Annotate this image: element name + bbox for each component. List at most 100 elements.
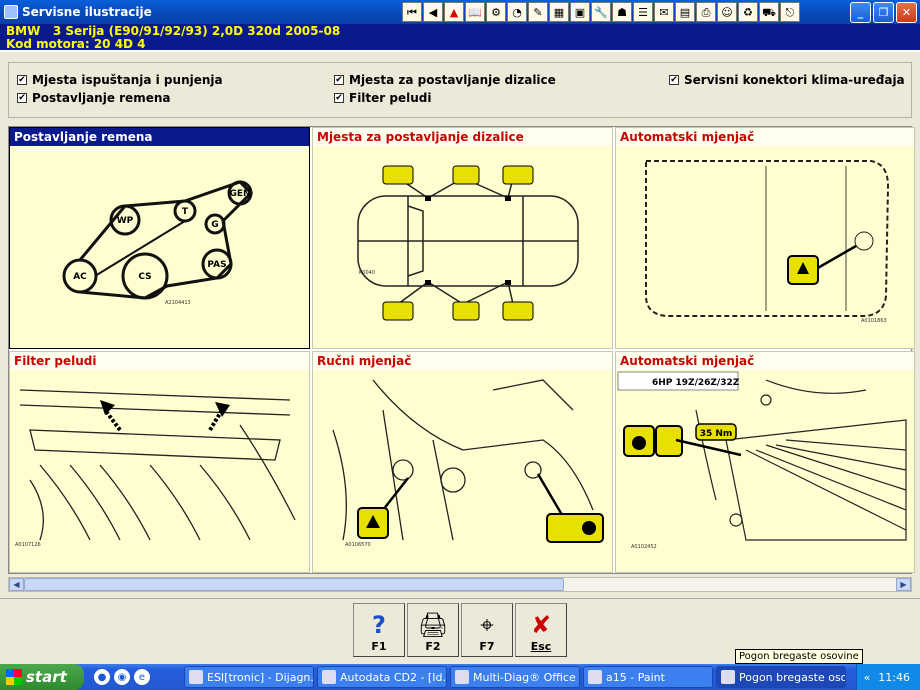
magnifier-icon: ⌖	[480, 611, 494, 639]
illustration-belt-routing[interactable]: Postavljanje remena WP T GEN G AC CS PAS…	[9, 127, 310, 349]
transmission-pan-diagram: A0101863	[645, 160, 890, 324]
illustration-pollen-filter[interactable]: Filter peludi A0107126	[9, 351, 310, 573]
app-icon	[189, 670, 203, 684]
prev-icon[interactable]: ◀	[423, 2, 443, 22]
warning-icon[interactable]: ▲	[444, 2, 464, 22]
clock-icon[interactable]: ◔	[507, 2, 527, 22]
esc-exit-button[interactable]: ✘ Esc	[515, 603, 567, 657]
transmission-spec: 6HP 19Z/26Z/32Z	[652, 378, 740, 388]
toolbar: ⏮ ◀ ▲ 📖 ⚙ ◔ ✎ ▦ ▣ 🔧 ☗ ☰ ✉ ▤ ⎙ ☺ ♻ ⛟ ⎋	[402, 2, 800, 22]
manual-transmission-diagram: A0106570	[332, 379, 604, 548]
illustration-auto-transmission[interactable]: Automatski mjenjač A0101863	[615, 127, 915, 349]
pulley-label: WP	[117, 216, 134, 226]
checkbox[interactable]: ✔	[17, 75, 27, 85]
taskbar: start ● ◉ e ESI[tronic] - Dijagn... Auto…	[0, 664, 920, 690]
save-icon[interactable]: ▣	[570, 2, 590, 22]
help-icon: ?	[372, 611, 386, 639]
checkbox[interactable]: ✔	[669, 75, 679, 85]
close-button[interactable]: ✕	[896, 1, 917, 23]
torque-value: 35 Nm	[700, 429, 733, 439]
maximize-button[interactable]: ❐	[873, 1, 894, 23]
tooltip: Pogon bregaste osovine	[735, 649, 863, 664]
note-icon[interactable]: ✉	[654, 2, 674, 22]
title-bar: Servisne ilustracije ⏮ ◀ ▲ 📖 ⚙ ◔ ✎ ▦ ▣ 🔧…	[0, 0, 920, 24]
f7-zoom-button[interactable]: ⌖ F7	[461, 603, 513, 657]
pulley-label: GEN	[229, 189, 250, 199]
cell-title: Automatski mjenjač	[616, 128, 914, 146]
option-belt-routing[interactable]: ✔ Postavljanje remena	[17, 91, 170, 105]
pulley-label: CS	[138, 272, 151, 282]
tools-icon[interactable]: ✎	[528, 2, 548, 22]
figure-code: A0101863	[861, 318, 887, 324]
pulley-label: G	[211, 220, 218, 230]
printer-icon[interactable]: ⎙	[696, 2, 716, 22]
illustration-jacking-points[interactable]: Mjesta za postavljanje dizalice K0040	[312, 127, 613, 349]
pulley-label: PAS	[207, 260, 226, 270]
exit-icon[interactable]: ⎋	[780, 2, 800, 22]
task-multidiag[interactable]: Multi-Diag® Office ...	[450, 666, 580, 688]
belt-diagram: WP T GEN G AC CS PAS A2104413	[62, 180, 254, 306]
first-icon[interactable]: ⏮	[402, 2, 422, 22]
book-icon[interactable]: 📖	[465, 2, 485, 22]
app-icon	[4, 5, 18, 19]
rescue-icon[interactable]: ☗	[612, 2, 632, 22]
f2-print-button[interactable]: 🖨 F2	[407, 603, 459, 657]
app-icon	[455, 670, 469, 684]
close-icon: ✘	[530, 611, 552, 639]
calendar-icon[interactable]: ▤	[675, 2, 695, 22]
checkbox[interactable]: ✔	[334, 93, 344, 103]
figure-code: A2104413	[165, 300, 191, 306]
app-icon	[721, 670, 735, 684]
option-jacking-points[interactable]: ✔ Mjesta za postavljanje dizalice	[334, 73, 556, 87]
task-paint[interactable]: a15 - Paint	[583, 666, 713, 688]
options-panel: ✔ Mjesta ispuštanja i punjenja ✔ Postavlja…	[8, 62, 912, 118]
recycle-icon[interactable]: ♻	[738, 2, 758, 22]
grid-icon[interactable]: ▦	[549, 2, 569, 22]
scroll-thumb[interactable]	[24, 578, 564, 591]
start-button[interactable]: start	[0, 664, 84, 690]
window-title: Servisne ilustracije	[22, 5, 152, 19]
car-icon[interactable]: ⛟	[759, 2, 779, 22]
firefox-icon[interactable]: ●	[94, 669, 110, 685]
f1-help-button[interactable]: ? F1	[353, 603, 405, 657]
cell-title: Ručni mjenjač	[313, 352, 612, 370]
checkbox[interactable]: ✔	[334, 75, 344, 85]
tray-arrow-icon[interactable]: «	[864, 671, 871, 684]
ie-icon[interactable]: e	[134, 669, 150, 685]
app-icon	[322, 670, 336, 684]
illustration-auto-transmission-6hp[interactable]: Automatski mjenjač 6HP 19Z/26Z/32Z 35 Nm…	[615, 351, 915, 573]
jacking-diagram: K0040	[357, 165, 579, 321]
task-autodata[interactable]: Autodata CD2 - [Id...	[317, 666, 447, 688]
engine-code: Kod motora: 20 4D 4	[6, 37, 146, 51]
horizontal-scrollbar[interactable]: ◀ ▶	[8, 577, 912, 592]
browser-icon[interactable]: ◉	[114, 669, 130, 685]
figure-code: A0102452	[631, 544, 657, 550]
cell-title: Mjesta za postavljanje dizalice	[313, 128, 612, 146]
scroll-right-icon[interactable]: ▶	[896, 578, 911, 591]
pulley-label: T	[182, 207, 189, 217]
figure-code: A0106570	[345, 542, 371, 548]
cell-title: Postavljanje remena	[10, 128, 309, 146]
list-icon[interactable]: ☰	[633, 2, 653, 22]
minimize-button[interactable]: _	[850, 1, 871, 23]
option-drain-fill[interactable]: ✔ Mjesta ispuštanja i punjenja	[17, 73, 223, 87]
option-ac-connectors[interactable]: ✔ Servisni konektori klima-uređaja	[669, 73, 905, 87]
task-pogon[interactable]: Pogon bregaste oso...	[716, 666, 846, 688]
user-icon[interactable]: ☺	[717, 2, 737, 22]
transmission-6hp-diagram: 6HP 19Z/26Z/32Z 35 Nm A0102452	[617, 371, 907, 550]
task-esitronic[interactable]: ESI[tronic] - Dijagn...	[184, 666, 314, 688]
wrench-icon[interactable]: 🔧	[591, 2, 611, 22]
figure-code: K0040	[359, 270, 375, 276]
app-icon	[588, 670, 602, 684]
pulley-label: AC	[73, 272, 87, 282]
pollen-filter-diagram: A0107126	[15, 389, 296, 548]
option-pollen-filter[interactable]: ✔ Filter peludi	[334, 91, 431, 105]
scroll-left-icon[interactable]: ◀	[9, 578, 24, 591]
illustration-manual-transmission[interactable]: Ručni mjenjač A0106570	[312, 351, 613, 573]
vehicle-header: BMW 3 Serija (E90/91/92/93) 2,0D 320d 20…	[0, 24, 920, 52]
gear-icon[interactable]: ⚙	[486, 2, 506, 22]
cell-title: Filter peludi	[10, 352, 309, 370]
figure-code: A0107126	[15, 542, 41, 548]
scroll-track[interactable]	[24, 578, 896, 591]
checkbox[interactable]: ✔	[17, 93, 27, 103]
